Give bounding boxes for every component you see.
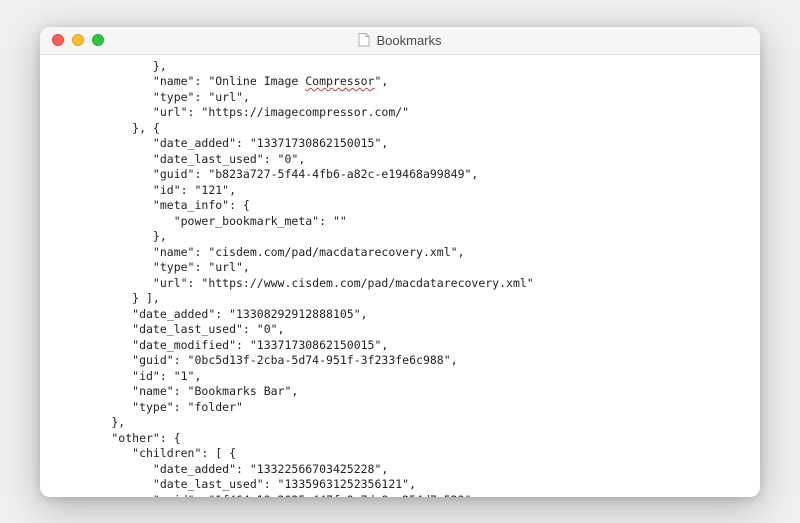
traffic-lights: [40, 34, 104, 46]
code-line: "guid": "0bc5d13f-2cba-5d74-951f-3f233fe…: [56, 353, 750, 369]
window-title: Bookmarks: [376, 33, 441, 48]
code-line: "date_added": "13322566703425228",: [56, 462, 750, 478]
code-line: "url": "https://imagecompressor.com/": [56, 105, 750, 121]
code-line: },: [56, 229, 750, 245]
code-line: },: [56, 415, 750, 431]
code-line: }, {: [56, 121, 750, 137]
code-line: "guid": "1f464e19-2025-447f-9e7d-8ea254d…: [56, 493, 750, 497]
text-editor-content[interactable]: }, "name": "Online Image Compressor", "t…: [40, 55, 760, 497]
code-line: "date_modified": "13371730862150015",: [56, 338, 750, 354]
close-button[interactable]: [52, 34, 64, 46]
code-line: "date_added": "13308292912888105",: [56, 307, 750, 323]
code-line: "url": "https://www.cisdem.com/pad/macda…: [56, 276, 750, 292]
editor-window: Bookmarks }, "name": "Online Image Compr…: [40, 27, 760, 497]
document-icon: [358, 33, 370, 47]
code-line: "name": "Online Image Compressor",: [56, 74, 750, 90]
minimize-button[interactable]: [72, 34, 84, 46]
titlebar[interactable]: Bookmarks: [40, 27, 760, 55]
code-line: "name": "Bookmarks Bar",: [56, 384, 750, 400]
code-line: "children": [ {: [56, 446, 750, 462]
code-line: "type": "url",: [56, 260, 750, 276]
code-line: "id": "121",: [56, 183, 750, 199]
maximize-button[interactable]: [92, 34, 104, 46]
code-line: "date_last_used": "0",: [56, 322, 750, 338]
code-line: "guid": "b823a727-5f44-4fb6-a82c-e19468a…: [56, 167, 750, 183]
code-line: "other": {: [56, 431, 750, 447]
code-line: } ],: [56, 291, 750, 307]
code-line: },: [56, 59, 750, 75]
code-line: "date_last_used": "0",: [56, 152, 750, 168]
content-wrap: }, "name": "Online Image Compressor", "t…: [40, 55, 760, 497]
code-line: "name": "cisdem.com/pad/macdatarecovery.…: [56, 245, 750, 261]
spelling-error: Compressor: [305, 74, 374, 88]
code-line: "date_added": "13371730862150015",: [56, 136, 750, 152]
code-line: "id": "1",: [56, 369, 750, 385]
code-line: "meta_info": {: [56, 198, 750, 214]
code-line: "type": "url",: [56, 90, 750, 106]
title-container: Bookmarks: [40, 33, 760, 48]
code-line: "date_last_used": "13359631252356121",: [56, 477, 750, 493]
code-line: "type": "folder": [56, 400, 750, 416]
code-line: "power_bookmark_meta": "": [56, 214, 750, 230]
